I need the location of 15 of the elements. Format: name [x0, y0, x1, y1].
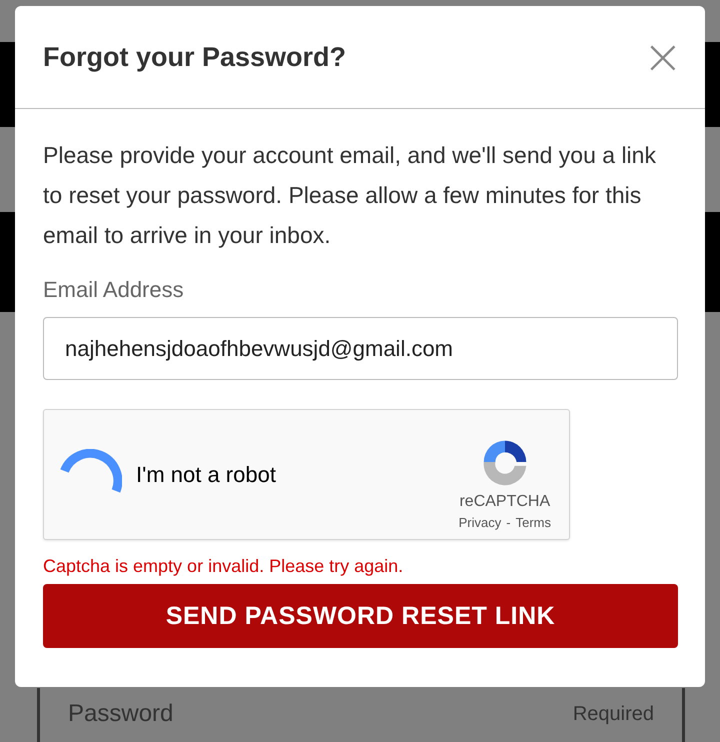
submit-button[interactable]: SEND PASSWORD RESET LINK	[43, 584, 678, 648]
captcha-label: I'm not a robot	[136, 462, 277, 488]
error-message: Captcha is empty or invalid. Please try again.	[43, 556, 404, 577]
instructions-text: Please provide your account email, and we'll send you a link to reset your password. Please allow a few minutes for this email to arrive in your inbox.	[43, 141, 657, 250]
required-hint: Required	[572, 702, 654, 727]
email-field[interactable]: najhehensjdoaofhbevwusjd@gmail.com	[43, 317, 678, 380]
spinner-icon	[60, 448, 122, 494]
brand-text: reCAPTCHA	[459, 493, 550, 511]
terms-link[interactable]: Terms	[516, 515, 551, 530]
dialog-title: Forgot your Password?	[43, 42, 346, 72]
privacy-link[interactable]: Privacy	[458, 515, 502, 530]
separator-text: -	[506, 515, 511, 530]
email-label: Email Address	[43, 277, 185, 303]
close-button[interactable]: ×	[642, 33, 683, 81]
field-label: Password	[68, 700, 174, 729]
